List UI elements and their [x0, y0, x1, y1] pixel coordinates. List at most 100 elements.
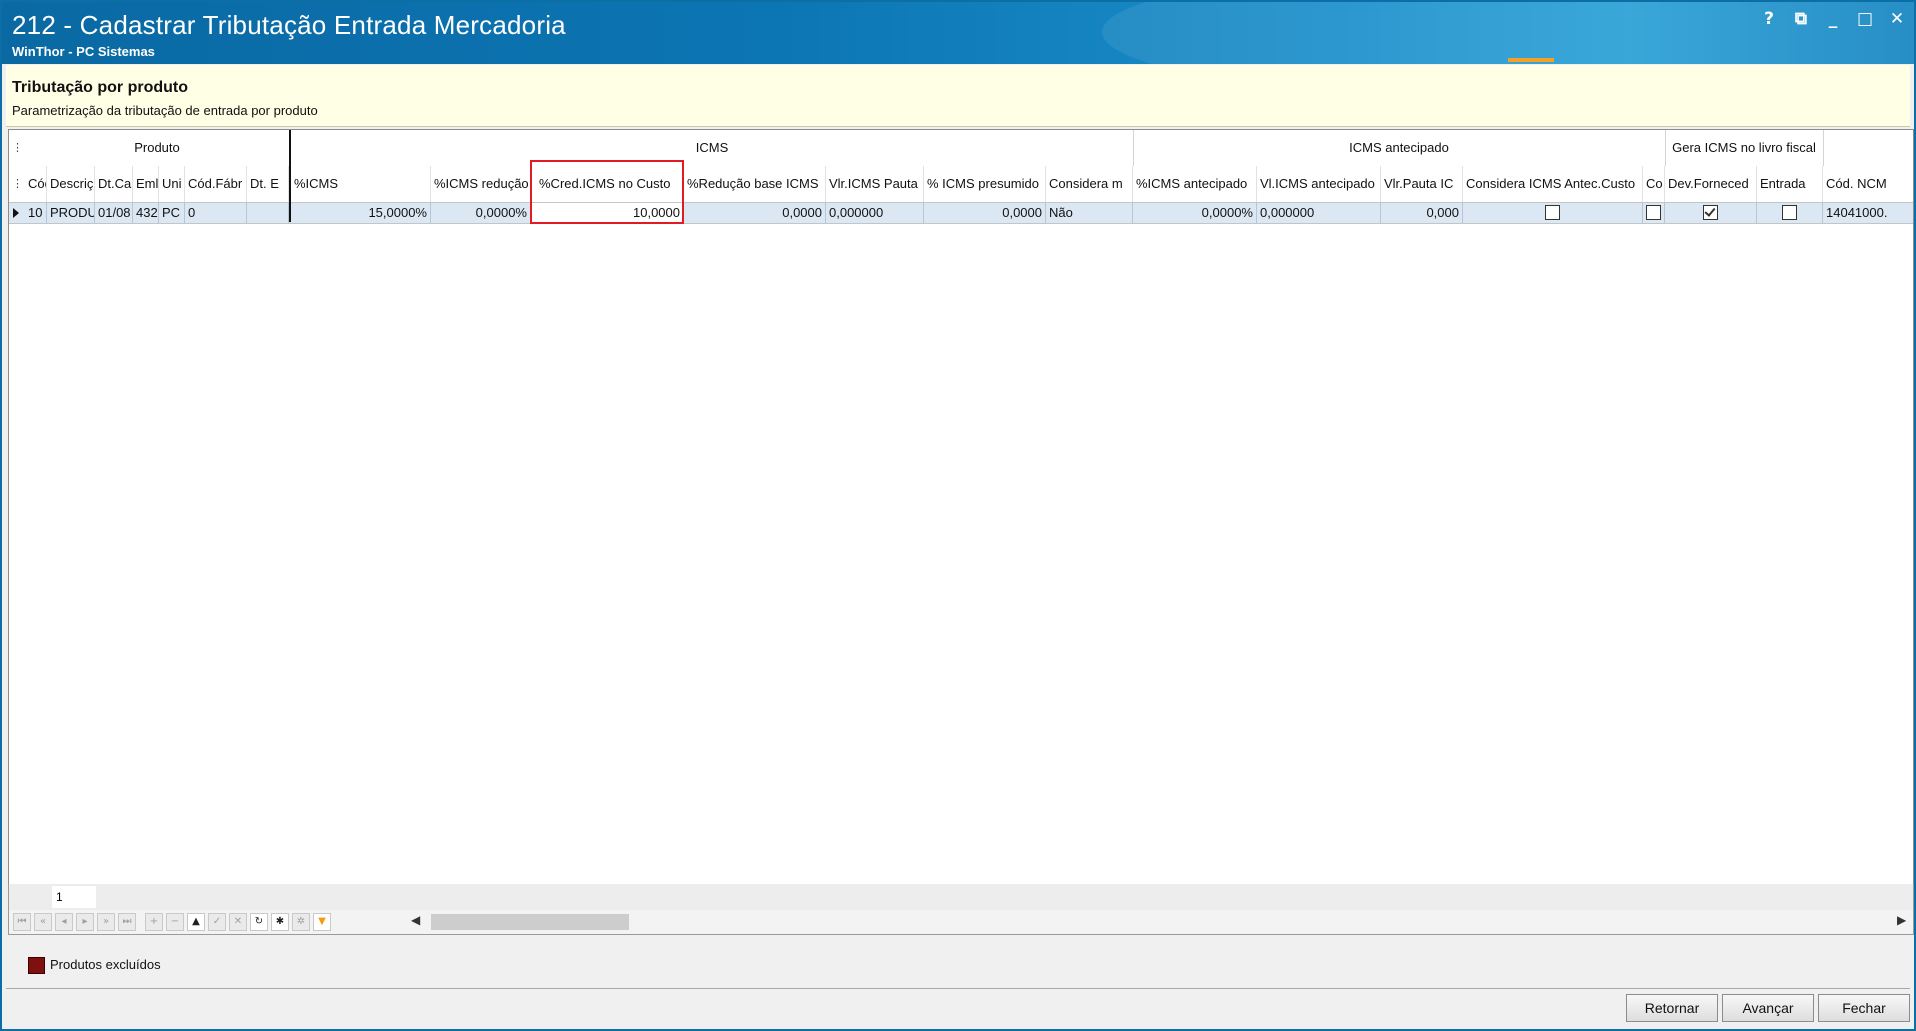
band-icms[interactable]: ICMS — [291, 130, 1134, 166]
horizontal-scrollbar[interactable] — [431, 914, 1891, 930]
tax-grid[interactable]: ⋮ Produto ICMS ICMS antecipado Gera ICMS… — [8, 129, 1914, 886]
window-subtitle: WinThor - PC Sistemas — [12, 44, 155, 59]
close-icon[interactable]: ✕ — [1888, 8, 1906, 30]
refresh-icon[interactable]: ↻ — [250, 913, 268, 931]
return-button[interactable]: Retornar — [1626, 994, 1718, 1022]
window-controls: ? ⧉ _ □ ✕ — [1760, 8, 1906, 30]
page-number-tab[interactable]: 1 — [52, 886, 96, 908]
navigator-bar: ⏮ « ◂ ▸ » ⏭ + − ▲ ✓ ✕ ↻ ✱ ✲ ▼ ◀ ▶ — [8, 910, 1914, 935]
cell-icms-antecipado[interactable]: 0,0000% — [1133, 203, 1257, 223]
edit-window-icon[interactable]: ⧉ — [1792, 8, 1810, 30]
cell-icms-presumido[interactable]: 0,0000 — [924, 203, 1046, 223]
col-dt-cadastro[interactable]: Dt.Ca — [95, 166, 133, 202]
considera-icms-antec-custo-checkbox[interactable] — [1545, 205, 1560, 221]
cell-embalagem[interactable]: 432 — [133, 203, 159, 223]
col-icms[interactable]: %ICMS — [291, 166, 431, 202]
col-considera-m[interactable]: Considera m — [1046, 166, 1133, 202]
col-icms-antecipado[interactable]: %ICMS antecipado — [1133, 166, 1257, 202]
title-accent-bar — [1508, 58, 1554, 62]
first-page-icon[interactable]: ⏮ — [13, 913, 31, 931]
col-vl-icms-antecipado[interactable]: Vl.ICMS antecipado — [1257, 166, 1381, 202]
next-button[interactable]: Avançar — [1722, 994, 1814, 1022]
edit-record-icon[interactable]: ▲ — [187, 913, 205, 931]
goto-bookmark-icon[interactable]: ✲ — [292, 913, 310, 931]
maximize-icon[interactable]: □ — [1856, 8, 1874, 30]
cell-entrada[interactable] — [1757, 203, 1823, 223]
col-vlr-pauta-ic[interactable]: Vlr.Pauta IC — [1381, 166, 1463, 202]
current-row-indicator-icon — [13, 208, 19, 218]
cell-vl-icms-antecipado[interactable]: 0,000000 — [1257, 203, 1381, 223]
delete-record-icon[interactable]: − — [166, 913, 184, 931]
col-reducao-base-icms[interactable]: %Redução base ICMS — [684, 166, 826, 202]
col-co[interactable]: Co — [1643, 166, 1665, 202]
cell-cod[interactable]: 10 — [25, 203, 47, 223]
cell-considera-m[interactable]: Não — [1046, 203, 1133, 223]
cell-descricao[interactable]: PRODU — [47, 203, 95, 223]
cell-cod-ncm[interactable]: 14041000. — [1823, 203, 1913, 223]
col-cod-fabrica[interactable]: Cód.Fábr — [185, 166, 247, 202]
last-page-icon[interactable]: ⏭ — [118, 913, 136, 931]
cell-vlr-pauta-ic[interactable]: 0,000 — [1381, 203, 1463, 223]
scrollbar-thumb[interactable] — [431, 914, 629, 930]
cell-dt-exclusao[interactable] — [247, 203, 289, 223]
col-cod[interactable]: Cód — [25, 166, 47, 202]
filter-icon[interactable]: ▼ — [313, 913, 331, 931]
help-icon[interactable]: ? — [1760, 8, 1778, 30]
legend-label: Produtos excluídos — [50, 957, 161, 972]
band-grip-icon[interactable]: ⋮ — [12, 141, 23, 154]
band-gera-icms-livro-fiscal[interactable]: Gera ICMS no livro fiscal — [1665, 130, 1824, 166]
legend: Produtos excluídos — [28, 957, 161, 975]
footer-divider — [6, 988, 1910, 989]
next-record-icon[interactable]: ▸ — [76, 913, 94, 931]
col-embalagem[interactable]: Eml — [133, 166, 159, 202]
col-descricao[interactable]: Descriç — [47, 166, 95, 202]
insert-record-icon[interactable]: + — [145, 913, 163, 931]
cell-icms[interactable]: 15,0000% — [291, 203, 431, 223]
cell-icms-reducao[interactable]: 0,0000% — [431, 203, 531, 223]
cell-reducao-base-icms[interactable]: 0,0000 — [684, 203, 826, 223]
title-bar: 212 - Cadastrar Tributação Entrada Merca… — [2, 2, 1914, 64]
band-header-row: ⋮ Produto ICMS ICMS antecipado Gera ICMS… — [9, 130, 1913, 166]
col-icms-presumido[interactable]: % ICMS presumido — [924, 166, 1046, 202]
prev-record-icon[interactable]: ◂ — [55, 913, 73, 931]
column-header-row: ⋮ Cód Descriç Dt.Ca Eml Uni Cód.Fábr Dt.… — [9, 166, 1913, 202]
window-title: 212 - Cadastrar Tributação Entrada Merca… — [12, 10, 566, 40]
table-row[interactable]: 10 PRODU 01/08 432 PC 0 15,0000% 0,0000%… — [9, 202, 1913, 224]
co-checkbox[interactable] — [1646, 205, 1661, 221]
next-page-icon[interactable]: » — [97, 913, 115, 931]
highlighted-column-box — [530, 160, 684, 224]
pager-bar: 1 — [8, 884, 1914, 911]
cell-vlr-icms-pauta[interactable]: 0,000000 — [826, 203, 924, 223]
cell-cod-fabrica[interactable]: 0 — [185, 203, 247, 223]
col-considera-icms-antec-custo[interactable]: Considera ICMS Antec.Custo — [1463, 166, 1643, 202]
scroll-left-icon[interactable]: ◀ — [411, 913, 420, 927]
col-cod-ncm[interactable]: Cód. NCM — [1823, 166, 1913, 202]
page-title: Tributação por produto — [12, 79, 188, 96]
main-window: 212 - Cadastrar Tributação Entrada Merca… — [0, 0, 1916, 1031]
cell-co[interactable] — [1643, 203, 1665, 223]
cell-unidade[interactable]: PC — [159, 203, 185, 223]
cancel-edit-icon[interactable]: ✕ — [229, 913, 247, 931]
cell-considera-icms-antec-custo[interactable] — [1463, 203, 1643, 223]
col-dt-exclusao[interactable]: Dt. E — [247, 166, 289, 202]
prev-page-icon[interactable]: « — [34, 913, 52, 931]
header-panel: Tributação por produto Parametrização da… — [6, 65, 1910, 127]
close-button[interactable]: Fechar — [1818, 994, 1910, 1022]
post-record-icon[interactable]: ✓ — [208, 913, 226, 931]
entrada-checkbox[interactable] — [1782, 205, 1797, 221]
minimize-icon[interactable]: _ — [1824, 8, 1842, 30]
cell-dt-cadastro[interactable]: 01/08 — [95, 203, 133, 223]
col-unidade[interactable]: Uni — [159, 166, 185, 202]
col-dev-fornecedor[interactable]: Dev.Forneced — [1665, 166, 1757, 202]
bookmark-icon[interactable]: ✱ — [271, 913, 289, 931]
col-entrada[interactable]: Entrada — [1757, 166, 1823, 202]
band-produto[interactable]: Produto — [25, 130, 290, 166]
dev-fornecedor-checkbox[interactable] — [1703, 205, 1718, 221]
col-icms-reducao[interactable]: %ICMS redução — [431, 166, 531, 202]
cell-dev-fornecedor[interactable] — [1665, 203, 1757, 223]
column-grip-icon[interactable]: ⋮ — [12, 177, 23, 190]
frozen-columns-divider — [289, 130, 291, 222]
scroll-right-icon[interactable]: ▶ — [1897, 913, 1906, 927]
col-vlr-icms-pauta[interactable]: Vlr.ICMS Pauta — [826, 166, 924, 202]
band-icms-antecipado[interactable]: ICMS antecipado — [1133, 130, 1666, 166]
